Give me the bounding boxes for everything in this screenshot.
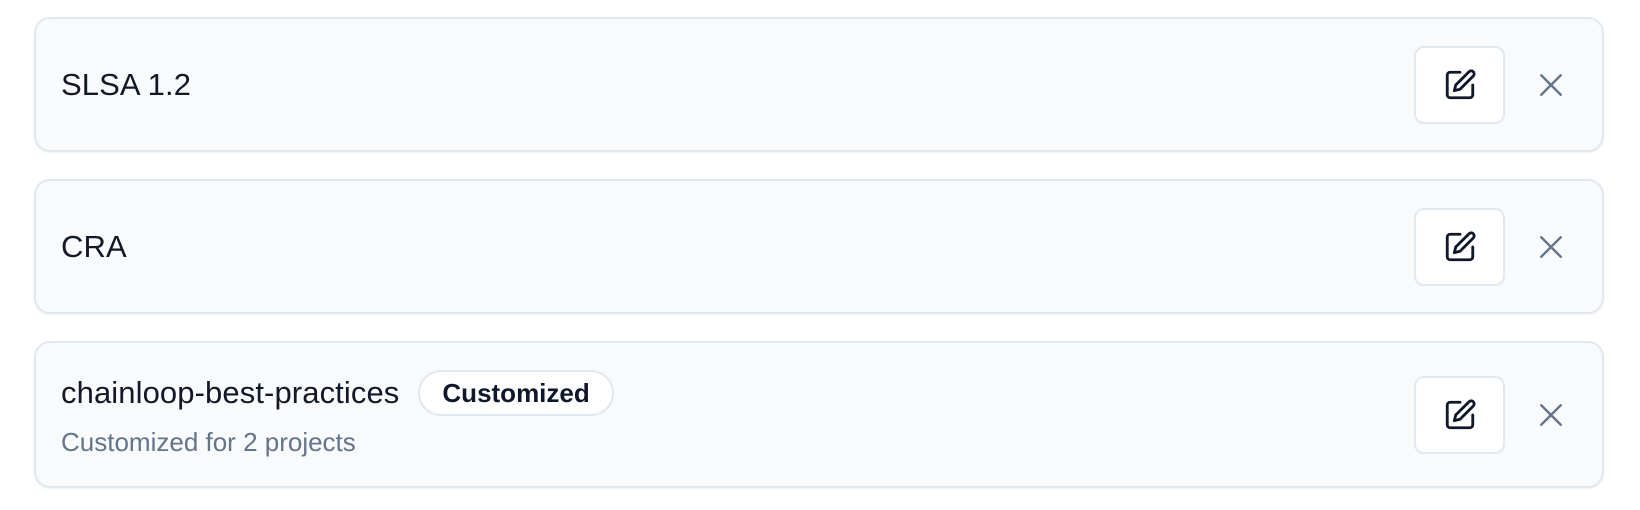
edit-icon: [1443, 230, 1477, 264]
remove-button[interactable]: [1534, 68, 1568, 102]
item-title: SLSA 1.2: [61, 66, 192, 102]
item-title: CRA: [61, 228, 127, 264]
list-item: SLSA 1.2: [34, 17, 1604, 152]
item-title-row: SLSA 1.2: [61, 65, 191, 105]
item-title-row: chainloop-best-practices Customized: [61, 370, 614, 416]
remove-button[interactable]: [1534, 398, 1568, 432]
item-content: SLSA 1.2: [61, 19, 191, 150]
close-icon: [1538, 72, 1564, 98]
policy-list: SLSA 1.2 CRA chainloop-best-practices Cu…: [0, 0, 1640, 510]
edit-button[interactable]: [1414, 45, 1505, 124]
customized-badge: Customized: [418, 370, 614, 416]
remove-button[interactable]: [1534, 230, 1568, 264]
close-icon: [1538, 234, 1564, 260]
item-subtitle: Customized for 2 projects: [61, 427, 356, 457]
close-icon: [1538, 402, 1564, 428]
item-content: CRA: [61, 181, 127, 312]
list-item: CRA: [34, 179, 1604, 314]
list-item: chainloop-best-practices Customized Cust…: [34, 341, 1604, 488]
item-title-row: CRA: [61, 227, 127, 267]
edit-icon: [1443, 398, 1477, 432]
item-content: chainloop-best-practices Customized Cust…: [61, 343, 614, 486]
edit-button[interactable]: [1414, 207, 1505, 286]
edit-icon: [1443, 68, 1477, 102]
edit-button[interactable]: [1414, 375, 1505, 454]
item-title: chainloop-best-practices: [61, 375, 400, 410]
